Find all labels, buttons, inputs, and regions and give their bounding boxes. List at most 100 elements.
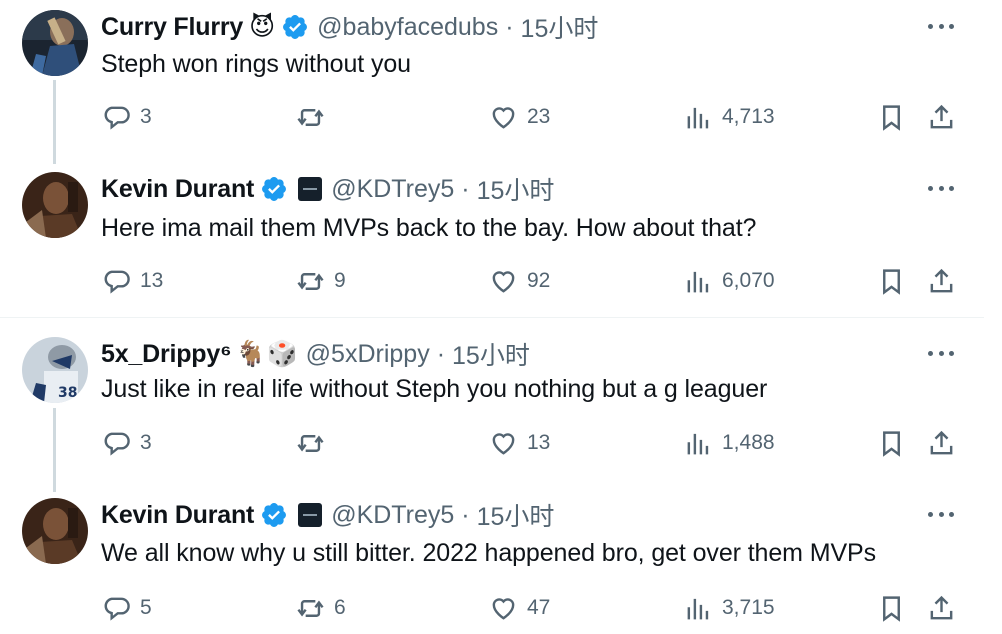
bookmark-button[interactable] <box>877 102 906 132</box>
retweet-button[interactable] <box>296 102 334 132</box>
reply-icon <box>104 597 130 621</box>
like-button[interactable]: 23 <box>489 102 550 132</box>
reply-button[interactable]: 5 <box>102 593 152 623</box>
verified-badge-icon <box>262 503 287 527</box>
like-count: 23 <box>527 105 551 128</box>
more-options-icon[interactable] <box>928 349 954 357</box>
action-bar: 5 6 47 3,715 <box>0 593 984 623</box>
retweet-count: 9 <box>334 269 346 292</box>
name-emoji: 🐐🎲 <box>235 339 298 368</box>
reply-icon <box>104 270 130 294</box>
reply-count: 3 <box>140 105 152 128</box>
display-name[interactable]: Kevin Durant <box>101 175 254 204</box>
views-button[interactable]: 4,713 <box>684 102 775 132</box>
heart-icon <box>492 432 515 455</box>
timestamp[interactable]: 15小时 <box>477 171 555 207</box>
bookmark-icon <box>883 430 900 457</box>
tweet[interactable]: Kevin Durant @KDTrey5 · 15小时 We all know… <box>0 498 984 634</box>
retweet-icon <box>297 434 324 452</box>
views-chart-icon <box>687 598 709 619</box>
display-name[interactable]: 5x_Drippy⁶ <box>101 340 232 369</box>
avatar-image <box>22 498 88 564</box>
tweet[interactable]: 38 5x_Drippy⁶ 🐐🎲 @5xDrippy · 15小时 Just l… <box>0 337 984 477</box>
name-emoji: 😈 <box>249 13 276 41</box>
share-icon <box>930 104 953 128</box>
user-handle[interactable]: @babyfacedubs <box>317 13 498 42</box>
heart-icon <box>492 106 515 129</box>
user-handle[interactable]: @KDTrey5 <box>331 501 454 530</box>
display-name[interactable]: Kevin Durant <box>101 501 254 530</box>
timestamp[interactable]: 15小时 <box>521 9 599 45</box>
retweet-button[interactable] <box>296 428 334 458</box>
tweet-header: Curry Flurry 😈 @babyfacedubs · 15小时 <box>101 9 599 45</box>
views-button[interactable]: 3,715 <box>684 593 775 623</box>
action-bar: 3 13 1,488 <box>0 428 984 458</box>
tweet-header: 5x_Drippy⁶ 🐐🎲 @5xDrippy · 15小时 <box>101 336 530 372</box>
verified-badge-icon <box>262 177 287 201</box>
share-icon <box>930 268 953 292</box>
retweet-button[interactable]: 9 <box>296 266 346 296</box>
tweet[interactable]: Kevin Durant @KDTrey5 · 15小时 Here ima ma… <box>0 172 984 312</box>
like-count: 13 <box>527 431 551 454</box>
user-handle[interactable]: @KDTrey5 <box>331 175 454 204</box>
views-button[interactable]: 1,488 <box>684 428 775 458</box>
tweet-text: We all know why u still bitter. 2022 hap… <box>101 539 876 567</box>
views-button[interactable]: 6,070 <box>684 266 775 296</box>
avatar[interactable] <box>22 498 88 564</box>
affiliation-badge-icon[interactable] <box>298 177 323 201</box>
bookmark-icon <box>883 268 900 295</box>
avatar[interactable] <box>22 10 88 76</box>
thread-divider <box>0 317 984 318</box>
reply-icon <box>104 432 130 456</box>
view-count: 3,715 <box>722 596 775 619</box>
separator: · <box>436 339 446 368</box>
bookmark-button[interactable] <box>877 266 906 296</box>
heart-icon <box>492 597 515 620</box>
display-name[interactable]: Curry Flurry <box>101 13 243 42</box>
share-button[interactable] <box>927 593 956 623</box>
more-options-icon[interactable] <box>928 510 954 518</box>
retweet-button[interactable]: 6 <box>296 593 346 623</box>
share-button[interactable] <box>927 102 956 132</box>
tweet-header: Kevin Durant @KDTrey5 · 15小时 <box>101 171 555 207</box>
more-options-icon[interactable] <box>928 22 954 30</box>
view-count: 6,070 <box>722 269 775 292</box>
retweet-count: 6 <box>334 596 346 619</box>
reply-count: 3 <box>140 431 152 454</box>
reply-icon <box>104 106 130 130</box>
reply-button[interactable]: 3 <box>102 102 152 132</box>
retweet-icon <box>297 599 324 617</box>
more-options-icon[interactable] <box>928 184 954 192</box>
avatar[interactable]: 38 <box>22 337 88 403</box>
reply-button[interactable]: 3 <box>102 428 152 458</box>
bookmark-icon <box>883 104 900 131</box>
bookmark-icon <box>883 595 900 622</box>
share-icon <box>930 595 953 619</box>
tweet-text: Here ima mail them MVPs back to the bay.… <box>101 214 757 242</box>
reply-count: 5 <box>140 596 152 619</box>
views-chart-icon <box>687 107 709 128</box>
like-button[interactable]: 92 <box>489 266 550 296</box>
action-bar: 13 9 92 6,070 <box>0 266 984 296</box>
affiliation-badge-icon[interactable] <box>298 503 323 527</box>
like-button[interactable]: 47 <box>489 593 550 623</box>
retweet-icon <box>297 272 324 290</box>
action-bar: 3 23 4,713 <box>0 102 984 132</box>
share-button[interactable] <box>927 266 956 296</box>
tweet[interactable]: Curry Flurry 😈 @babyfacedubs · 15小时 Step… <box>0 10 984 150</box>
tweet-header: Kevin Durant @KDTrey5 · 15小时 <box>101 497 555 533</box>
verified-badge-icon <box>283 15 308 39</box>
bookmark-button[interactable] <box>877 593 906 623</box>
views-chart-icon <box>687 271 709 292</box>
bookmark-button[interactable] <box>877 428 906 458</box>
share-button[interactable] <box>927 428 956 458</box>
avatar[interactable] <box>22 172 88 238</box>
reply-button[interactable]: 13 <box>102 266 163 296</box>
avatar-image: 38 <box>22 337 88 403</box>
retweet-icon <box>297 108 324 126</box>
tweet-text: Just like in real life without Steph you… <box>101 375 768 403</box>
user-handle[interactable]: @5xDrippy <box>306 340 430 369</box>
timestamp[interactable]: 15小时 <box>477 497 555 533</box>
like-button[interactable]: 13 <box>489 428 550 458</box>
timestamp[interactable]: 15小时 <box>452 336 530 372</box>
